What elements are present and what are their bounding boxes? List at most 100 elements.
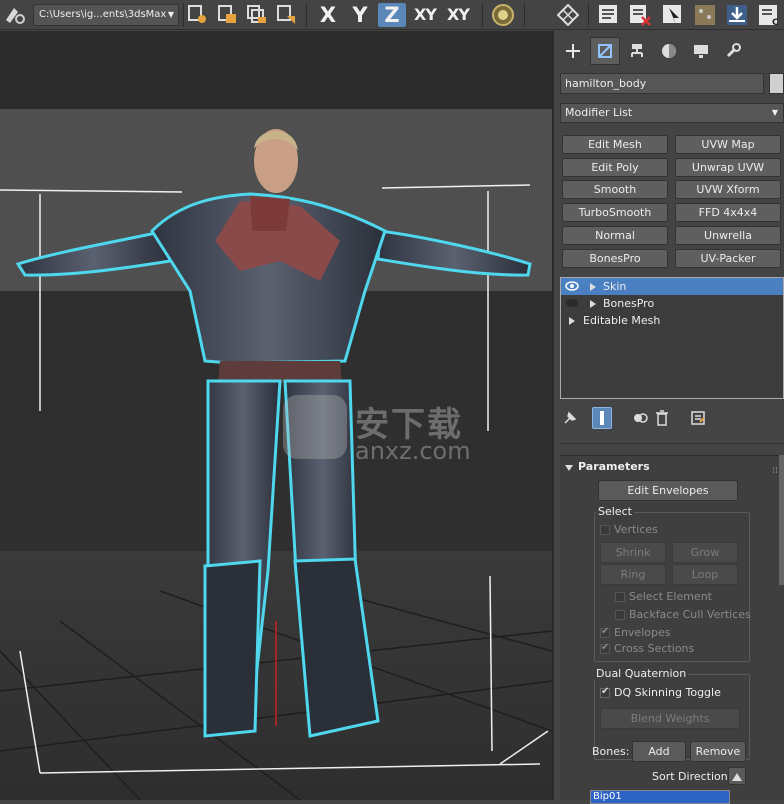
cross-sections-checkbox[interactable]: ✔ Cross Sections [600,641,694,657]
select-element-label: Select Element [629,590,712,603]
utilities-tab[interactable] [718,37,748,65]
render-production-icon[interactable] [692,3,718,27]
expand-icon[interactable] [590,283,596,291]
modifier-button-bonespro[interactable]: BonesPro [562,249,668,268]
remove-bone-button[interactable]: Remove [690,741,746,762]
main-toolbar: C:\Users\ig...ents\3dsMax ▼ X Y Z XY XY [0,0,784,30]
snap-tool-icon[interactable] [2,3,28,27]
display-tab[interactable] [686,37,716,65]
object-name-field[interactable]: hamilton_body [560,73,764,94]
dual-quaternion-label: Dual Quaternion [594,667,689,680]
stack-item-editable-mesh[interactable]: Editable Mesh [561,312,783,329]
viewport-scene [0,31,552,800]
select-group-label: Select [596,505,634,518]
trash-icon[interactable] [652,407,672,429]
axis-z-button[interactable]: Z [378,3,406,27]
axis-y-button[interactable]: Y [346,3,374,27]
import-icon[interactable] [724,3,750,27]
envelopes-label: Envelopes [614,626,671,639]
add-bone-button[interactable]: Add [632,741,686,762]
cross-sections-label: Cross Sections [614,642,695,655]
pin-stack-icon[interactable] [560,407,580,429]
ring-button[interactable]: Ring [600,564,666,585]
monitor-icon [694,45,708,58]
modifier-button-ffd-4x4x4[interactable]: FFD 4x4x4 [675,203,781,222]
modifier-button-normal[interactable]: Normal [562,226,668,245]
stack-item-label: Skin [603,280,627,293]
expand-icon[interactable] [569,317,575,325]
modifier-button-edit-poly[interactable]: Edit Poly [562,158,668,177]
grid-diamond-icon[interactable] [556,3,580,27]
folder-stack-icon[interactable] [245,3,269,27]
modifier-button-uv-packer[interactable]: UV-Packer [675,249,781,268]
modifier-button-unwrella[interactable]: Unwrella [675,226,781,245]
toolbar-divider [482,3,483,27]
modifier-button-smooth[interactable]: Smooth [562,180,668,199]
edit-envelopes-button[interactable]: Edit Envelopes [598,480,738,501]
modifier-list-dropdown[interactable]: Modifier List ▼ [560,103,784,123]
backface-cull-label: Backface Cull Vertices [629,608,751,621]
select-element-checkbox[interactable]: Select Element [615,589,712,605]
folder-settings-icon[interactable] [275,3,299,27]
modifier-button-turbosmooth[interactable]: TurboSmooth [562,203,668,222]
axis-xy-button[interactable]: XY [410,3,440,27]
shrink-button[interactable]: Shrink [600,542,666,563]
eye-icon[interactable] [565,281,579,291]
hierarchy-tab[interactable] [622,37,652,65]
perspective-viewport[interactable]: 安下载 anxz.com [0,31,552,800]
stack-item-label: Editable Mesh [583,314,661,327]
configure-sets-icon[interactable] [688,407,708,429]
make-unique-icon[interactable] [630,407,650,429]
modifier-stack[interactable]: Skin BonesPro Editable Mesh [560,277,784,399]
hierarchy-icon [631,44,643,57]
modifier-list-label: Modifier List [565,106,633,119]
grow-button[interactable]: Grow [672,542,738,563]
motion-icon [662,44,676,58]
svg-text:C: C [772,18,779,27]
modify-tab[interactable] [590,37,620,65]
expand-icon[interactable] [590,300,596,308]
panel-scrollbar[interactable] [779,455,784,585]
set-project-icon[interactable] [186,3,210,27]
modifier-button-edit-mesh[interactable]: Edit Mesh [562,135,668,154]
project-path-dropdown[interactable]: C:\Users\ig...ents\3dsMax ▼ [33,4,179,26]
stack-item-bonespro[interactable]: BonesPro [561,295,783,312]
stack-toolbar [560,407,784,429]
triangle-up-icon [732,773,742,781]
modifier-button-unwrap-uvw[interactable]: Unwrap UVW [675,158,781,177]
backface-cull-checkbox[interactable]: Backface Cull Vertices [615,607,751,623]
toolbar-divider [183,3,184,27]
chevron-down-icon: ▼ [771,108,778,117]
modifier-button-uvw-xform[interactable]: UVW Xform [675,180,781,199]
dq-skinning-toggle-checkbox[interactable]: ✔ DQ Skinning Toggle [600,685,721,701]
render-teapot-icon[interactable] [490,3,516,27]
render-frame-icon[interactable] [660,3,686,27]
open-folder-icon[interactable] [216,3,240,27]
axis-x-button[interactable]: X [314,3,342,27]
create-tab[interactable] [558,37,588,65]
eye-off-icon[interactable] [565,298,579,308]
vertices-label: Vertices [614,523,658,536]
render-setup-icon[interactable] [627,3,653,27]
panel-divider [560,443,784,449]
parameters-rollout-header[interactable]: Parameters ⁞⁞ [560,458,784,476]
loop-button[interactable]: Loop [672,564,738,585]
rollout-title: Parameters [578,460,650,473]
export-icon[interactable]: C [756,3,782,27]
command-panel: hamilton_body Modifier List ▼ Edit Mesh … [552,31,784,804]
bones-label: Bones: [592,745,630,758]
bone-list-item[interactable]: Bip01 [591,791,729,803]
blend-weights-button[interactable]: Blend Weights [600,708,740,729]
material-editor-icon[interactable] [596,3,622,27]
sort-direction-button[interactable] [728,767,746,785]
object-color-swatch[interactable] [769,73,784,94]
stack-item-skin[interactable]: Skin [561,278,783,295]
command-panel-tabs [558,37,780,65]
motion-tab[interactable] [654,37,684,65]
show-end-result-icon[interactable] [592,407,612,429]
bone-list[interactable]: Bip01 [590,790,730,804]
axis-xy-cycle-button[interactable]: XY [443,3,473,27]
modifier-button-uvw-map[interactable]: UVW Map [675,135,781,154]
vertices-checkbox[interactable]: Vertices [600,522,658,538]
envelopes-checkbox[interactable]: ✔ Envelopes [600,625,670,641]
